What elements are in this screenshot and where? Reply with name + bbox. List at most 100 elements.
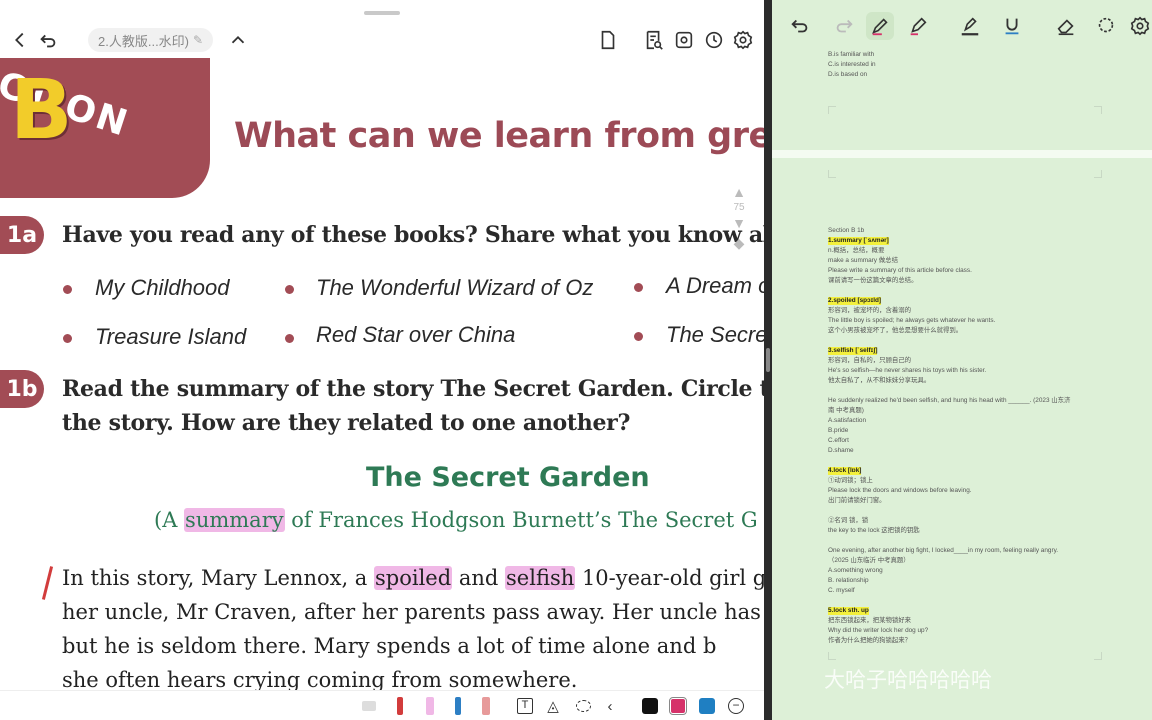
document-title: 2.人教版...水印)	[98, 33, 190, 49]
note-line: He suddenly realized he'd been selfish, …	[828, 397, 1071, 404]
highlighter-pink-icon[interactable]	[420, 695, 440, 717]
note-line: A.satisfaction	[828, 417, 867, 424]
note-line: 南 中考真题)	[828, 407, 864, 414]
bullet	[634, 283, 643, 292]
note-line: C.is interested in	[828, 61, 876, 68]
chevron-left-icon[interactable]: ‹	[600, 695, 620, 717]
pencil-line-icon[interactable]	[958, 14, 982, 38]
page-number: 75	[733, 202, 745, 213]
note-line: n.概括，总结，概要	[828, 247, 885, 254]
note-line: C. myself	[828, 587, 855, 594]
note-line: 他太自私了，从不和妹妹分享玩具。	[828, 377, 931, 384]
swatch-fill	[699, 698, 715, 714]
watermark-text: 大哈子哈哈哈哈哈	[824, 668, 992, 692]
drag-handle[interactable]	[364, 11, 400, 15]
lasso-icon[interactable]	[1094, 14, 1118, 38]
bullet	[63, 285, 72, 294]
document-page[interactable]: ECTION B What can we learn from great 1a…	[0, 58, 764, 690]
question-badge-1a: 1a	[0, 216, 44, 254]
note-line: D.is based on	[828, 71, 868, 78]
minus-circle-icon[interactable]: −	[726, 695, 746, 717]
eye-protect-icon[interactable]	[670, 26, 698, 54]
underline-icon[interactable]	[1000, 14, 1024, 38]
undo-icon[interactable]	[788, 14, 812, 38]
layers-icon[interactable]: ◆	[728, 235, 750, 252]
note-line: 形容词，被宠坏的，含着溺的	[828, 307, 912, 314]
page-icon[interactable]	[594, 26, 622, 54]
note-line: D.shame	[828, 447, 854, 454]
lasso-icon[interactable]	[572, 695, 594, 717]
note-line: Please lock the doors and windows before…	[828, 487, 972, 494]
shapes-icon[interactable]: ◬	[542, 695, 564, 717]
search-document-icon[interactable]	[640, 26, 668, 54]
text-tool-icon[interactable]: T	[514, 695, 536, 717]
crop-corner	[828, 652, 836, 660]
viewer-top-toolbar: 2.人教版...水印) ✎	[0, 22, 764, 58]
page-scroll-indicator[interactable]: ▲ 75 ▼ ◆	[728, 184, 750, 294]
crop-corner	[1094, 652, 1102, 660]
settings-gear-icon[interactable]	[1128, 14, 1152, 38]
pdf-viewer-pane: 2.人教版...水印) ✎ ECTION B What can we learn…	[0, 0, 764, 720]
story-paragraph-line: she often hears crying coming from somew…	[62, 668, 578, 690]
pen-blue-icon[interactable]	[448, 695, 468, 717]
story-paragraph-line: but he is seldom there. Mary spends a lo…	[62, 634, 717, 658]
highlighter-icon[interactable]	[906, 14, 930, 38]
highlight-spoiled[interactable]: spoiled	[374, 566, 453, 590]
note-line: 课前请写一份这篇文章的总结。	[828, 277, 918, 284]
section-badge: ECTION B	[0, 58, 210, 198]
page-separator	[772, 150, 1152, 158]
pen-annotation-mark[interactable]	[41, 566, 54, 600]
color-swatch-pink[interactable]	[668, 695, 688, 717]
document-title-chip[interactable]: 2.人教版...水印) ✎	[88, 28, 214, 52]
split-divider[interactable]	[764, 0, 772, 720]
book-title: Treasure Island	[95, 324, 247, 349]
note-line: ①动词锁；锁上	[828, 477, 873, 484]
crop-corner	[828, 170, 836, 178]
question-1a-text: Have you read any of these books? Share …	[62, 222, 764, 248]
note-line: He's so selfish—he never shares his toys…	[828, 367, 987, 374]
eraser-icon[interactable]	[1054, 14, 1078, 38]
back-icon[interactable]	[6, 26, 34, 54]
note-line: B.is familiar with	[828, 51, 875, 58]
question-badge-1b: 1b	[0, 370, 44, 408]
note-line: One evening, after another big fight, I …	[828, 547, 1059, 554]
note-line: Please write a summary of this article b…	[828, 267, 972, 274]
marker-icon[interactable]	[476, 695, 496, 717]
note-line: 这个小男孩被宠坏了，他总是想要什么就得到。	[828, 327, 963, 334]
eraser-tool-icon[interactable]	[358, 695, 380, 717]
highlight-selfish[interactable]: selfish	[505, 566, 576, 590]
book-title: The Secret	[666, 322, 764, 347]
pen-icon[interactable]	[866, 12, 894, 40]
book-title: The Wonderful Wizard of Oz	[316, 275, 594, 300]
notes-toolbar	[772, 0, 1152, 50]
note-line: B. relationship	[828, 577, 869, 584]
clock-icon[interactable]	[700, 26, 728, 54]
redo-icon[interactable]	[832, 14, 856, 38]
note-line: （2025 山东临沂 中考真题）	[828, 557, 910, 564]
bullet	[634, 332, 643, 341]
note-line: 形容词，自私的，只顾自己的	[828, 357, 912, 364]
edit-pencil-icon[interactable]: ✎	[193, 33, 203, 47]
book-title: My Childhood	[95, 275, 230, 300]
settings-gear-icon[interactable]	[729, 26, 757, 54]
color-swatch-blue[interactable]	[697, 695, 717, 717]
color-swatch-black[interactable]	[640, 695, 660, 717]
question-1b-line1: Read the summary of the story The Secret…	[62, 376, 764, 402]
pen-red-icon[interactable]	[390, 695, 410, 717]
note-line: 出门前请锁好门窗。	[828, 497, 886, 504]
chevron-up-icon[interactable]	[224, 26, 252, 54]
swatch-fill	[669, 697, 687, 715]
scroll-down-icon[interactable]: ▼	[728, 215, 750, 231]
divider-grip[interactable]	[766, 348, 770, 372]
notes-pane[interactable]: B.is familiar with C.is interested in D.…	[772, 0, 1152, 720]
undo-icon[interactable]	[34, 26, 62, 54]
note-line: 把东西锁起来，把某物锁好来	[828, 617, 912, 624]
note-line: The little boy is spoiled; he always get…	[828, 317, 996, 324]
note-line: A.something wrong	[828, 567, 883, 574]
crop-corner	[828, 106, 836, 114]
scroll-up-icon[interactable]: ▲	[728, 184, 750, 200]
note-line: B.pride	[828, 427, 849, 434]
highlight-summary[interactable]: summary	[184, 508, 285, 532]
note-line: 作者为什么把她的狗锁起来？	[828, 637, 912, 644]
note-line: Why did the writer lock her dog up?	[828, 627, 929, 634]
